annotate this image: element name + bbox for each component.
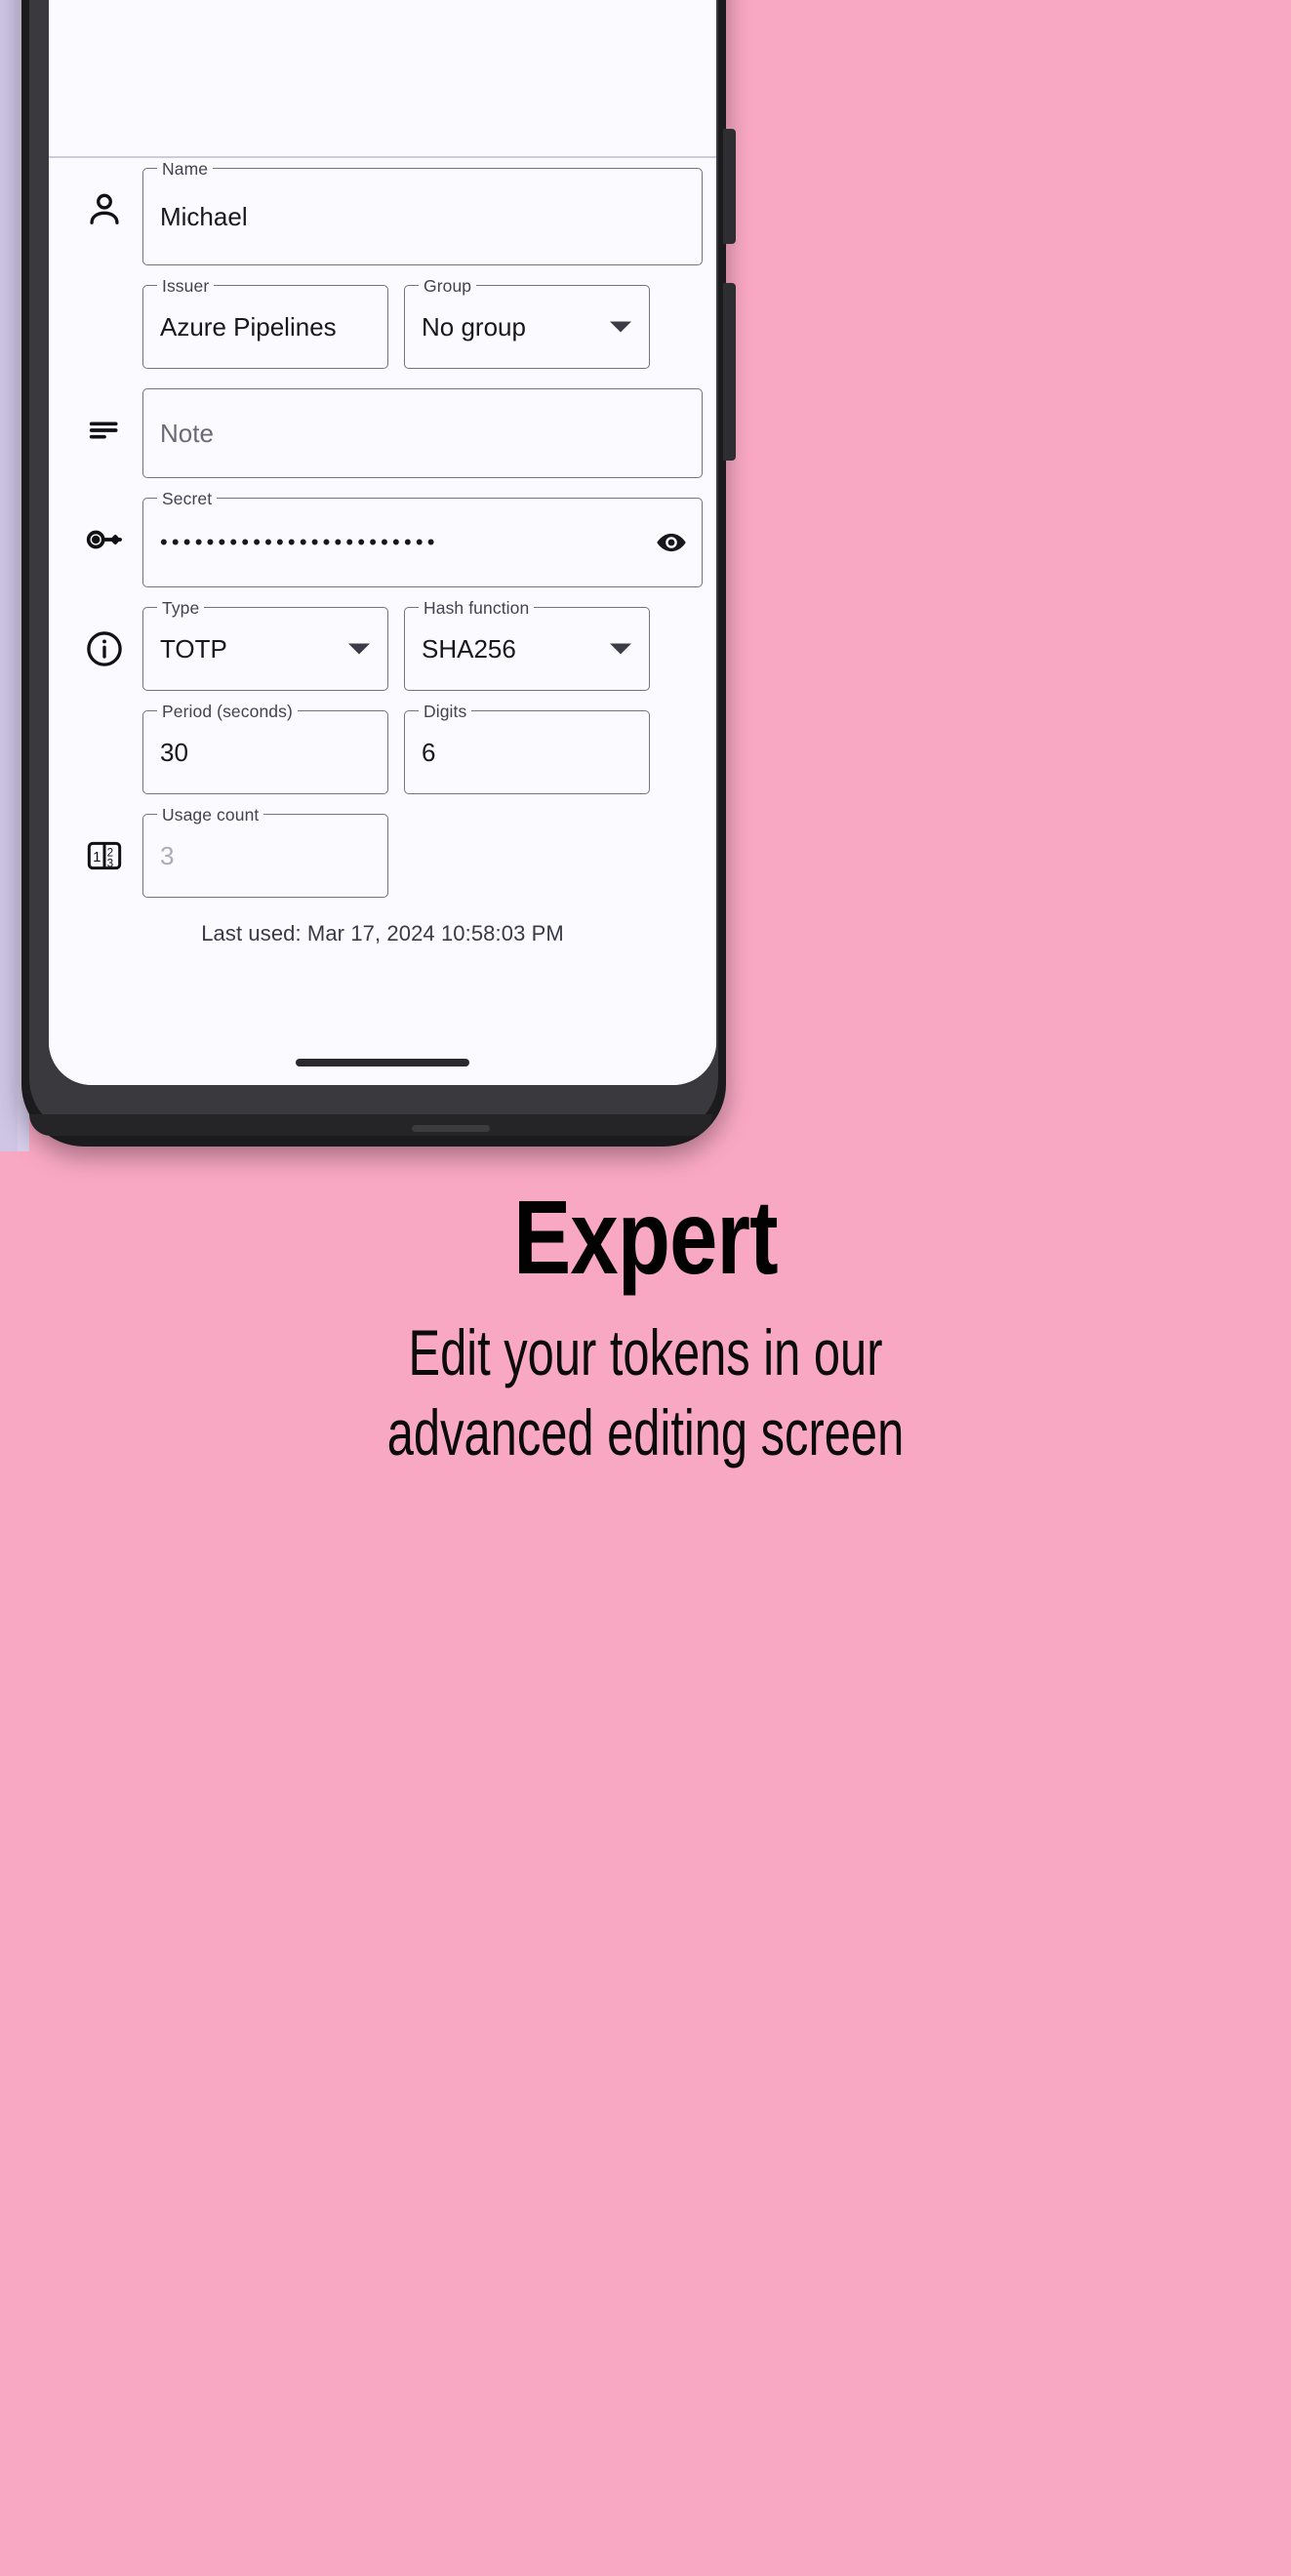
- counter-icon: 1 2 3: [66, 804, 142, 907]
- form-row-type-hash: Type TOTP Hash function SHA256: [49, 597, 716, 701]
- chevron-down-icon[interactable]: [610, 643, 631, 655]
- issuer-input[interactable]: Issuer Azure Pipelines: [142, 276, 388, 369]
- eye-icon[interactable]: [655, 526, 688, 559]
- background-band-lavender-edge: [0, 0, 18, 1151]
- name-input[interactable]: Name Michael: [142, 159, 703, 265]
- chevron-down-icon[interactable]: [610, 321, 631, 333]
- form-row-note: Note: [49, 379, 716, 488]
- navigation-gesture-bar[interactable]: [296, 1059, 469, 1067]
- type-select[interactable]: Type TOTP: [142, 598, 388, 691]
- issuer-label: Issuer: [157, 276, 215, 296]
- digits-value: 6: [422, 738, 436, 767]
- form-fields-secret: Secret ••••••••••••••••••••••••: [142, 488, 703, 597]
- group-select[interactable]: Group No group: [404, 276, 650, 369]
- promo-subtitle-line-2: advanced editing screen: [386, 1396, 905, 1469]
- period-value: 30: [160, 738, 188, 767]
- form-row-issuer-group: Issuer Azure Pipelines Group No group: [49, 275, 716, 379]
- chevron-down-icon[interactable]: [348, 643, 370, 655]
- form-row-name: Name Michael: [49, 158, 716, 275]
- digits-input[interactable]: Digits 6: [404, 702, 650, 794]
- phone-screen: Name Michael Issuer Azure Pipelines Grou…: [49, 0, 716, 1085]
- form-fields-period-digits: Period (seconds) 30 Digits 6: [142, 701, 703, 804]
- phone-bottom-speaker: [412, 1125, 490, 1132]
- name-value: Michael: [160, 202, 248, 231]
- app-root: Name Michael Issuer Azure Pipelines Grou…: [49, 0, 716, 1085]
- phone-volume-button[interactable]: [723, 129, 736, 244]
- secret-label: Secret: [157, 489, 218, 508]
- notes-icon: [66, 379, 142, 482]
- usage-count-label: Usage count: [157, 805, 264, 825]
- form-row-usage-count: 1 2 3 Usage count 3: [49, 804, 716, 907]
- form-fields-name: Name Michael: [142, 158, 703, 275]
- form-row-secret: Secret ••••••••••••••••••••••••: [49, 488, 716, 597]
- promo-block: Expert Edit your tokens in our advanced …: [0, 1183, 1291, 1471]
- svg-text:3: 3: [107, 858, 113, 870]
- name-label: Name: [157, 159, 214, 179]
- secret-value: ••••••••••••••••••••••••: [160, 531, 439, 554]
- form-fields-note: Note: [142, 379, 703, 488]
- promo-subtitle-line-1: Edit your tokens in our: [408, 1316, 883, 1389]
- usage-count-input: Usage count 3: [142, 805, 388, 898]
- note-input[interactable]: Note: [142, 388, 703, 478]
- token-edit-form: Name Michael Issuer Azure Pipelines Grou…: [49, 158, 716, 946]
- type-value: TOTP: [160, 634, 227, 664]
- issuer-value: Azure Pipelines: [160, 312, 337, 342]
- app-hero-area: [49, 0, 716, 158]
- form-row-period-digits: Period (seconds) 30 Digits 6: [49, 701, 716, 804]
- group-label: Group: [419, 276, 477, 296]
- phone-power-button[interactable]: [723, 283, 736, 461]
- form-fields-type-hash: Type TOTP Hash function SHA256: [142, 597, 703, 701]
- key-icon: [66, 488, 142, 591]
- type-label: Type: [157, 598, 205, 618]
- usage-count-value: 3: [160, 841, 175, 870]
- phone-bottom-chin: [29, 1114, 712, 1136]
- secret-input[interactable]: Secret ••••••••••••••••••••••••: [142, 489, 703, 587]
- period-input[interactable]: Period (seconds) 30: [142, 702, 388, 794]
- group-value: No group: [422, 312, 526, 342]
- note-placeholder: Note: [160, 419, 214, 448]
- last-used-text: Last used: Mar 17, 2024 10:58:03 PM: [201, 921, 564, 946]
- promo-title: Expert: [513, 1178, 779, 1296]
- svg-text:1: 1: [93, 849, 101, 865]
- phone-device: Name Michael Issuer Azure Pipelines Grou…: [21, 0, 736, 1161]
- info-icon: [66, 597, 142, 701]
- period-label: Period (seconds): [157, 702, 298, 721]
- digits-label: Digits: [419, 702, 472, 721]
- person-icon: [66, 158, 142, 262]
- hash-function-value: SHA256: [422, 634, 516, 664]
- hash-function-label: Hash function: [419, 598, 535, 618]
- form-fields-issuer-group: Issuer Azure Pipelines Group No group: [142, 275, 703, 379]
- hash-function-select[interactable]: Hash function SHA256: [404, 598, 650, 691]
- form-fields-usage-count: Usage count 3: [142, 804, 703, 907]
